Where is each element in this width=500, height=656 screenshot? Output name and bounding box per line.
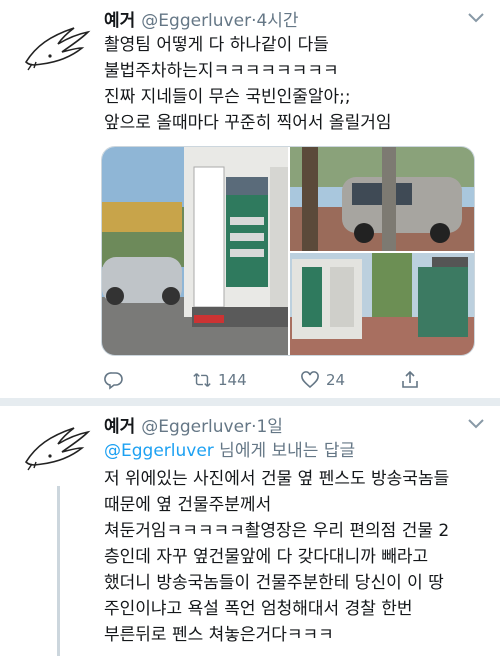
reply-button[interactable] xyxy=(104,370,130,390)
chevron-down-icon[interactable] xyxy=(466,416,486,430)
avatar-doodle-icon xyxy=(24,27,91,71)
avatar[interactable] xyxy=(22,418,94,474)
tweet-text: 촬영팀 어떻게 다 하나같이 다들 불법주차하는지ㅋㅋㅋㅋㅋㅋㅋㅋ 진짜 지네들… xyxy=(104,32,392,136)
like-count: 24 xyxy=(326,371,346,389)
user-handle[interactable]: @Eggerluver xyxy=(141,11,251,31)
avatar[interactable] xyxy=(22,18,94,74)
display-name[interactable]: 예거 xyxy=(104,417,135,437)
tweet-text: 저 위에있는 사진에서 건물 옆 펜스도 방송국놈들 때문에 옆 건물주분께서 … xyxy=(104,466,449,648)
tweet-line: 했더니 방송국놈들이 건물주분한테 당신이 이 땅 xyxy=(104,573,444,593)
reply-mention-link[interactable]: @Eggerluver xyxy=(104,441,214,461)
retweet-count: 144 xyxy=(218,371,247,389)
photo-sidewalk-fence[interactable] xyxy=(290,253,475,356)
tweet-line: 쳐둔거임ㅋㅋㅋㅋㅋ촬영장은 우리 편의점 건물 2 xyxy=(104,521,450,541)
share-icon xyxy=(402,370,418,388)
like-button[interactable]: 24 xyxy=(300,370,345,390)
user-handle[interactable]: @Eggerluver xyxy=(141,417,251,437)
thread-line xyxy=(57,486,60,656)
tweet-line: 저 위에있는 사진에서 건물 옆 펜스도 방송국놈들 xyxy=(104,469,450,489)
display-name[interactable]: 예거 xyxy=(104,11,135,31)
tweet[interactable]: 예거 @Eggerluver·4시간 촬영팀 어떻게 다 하나같이 다들 불법주차… xyxy=(0,0,500,400)
avatar-doodle-icon xyxy=(24,427,91,471)
tweet-line: 주인이냐고 욕설 폭언 엄청해대서 경찰 한번 xyxy=(104,599,413,619)
tweet-line: 부른뒤로 펜스 쳐놓은거다ㅋㅋㅋ xyxy=(104,625,334,645)
tweet-line: 앞으로 올때마다 꾸준히 찍어서 올릴거임 xyxy=(104,113,392,133)
replying-to: @Eggerluver 님에게 보내는 답글 xyxy=(104,436,355,461)
photo-parked-van[interactable] xyxy=(290,147,475,251)
timestamp[interactable]: ·1일 xyxy=(251,417,283,437)
share-button[interactable] xyxy=(400,370,420,390)
photo-truck-rear[interactable] xyxy=(102,147,288,356)
tweet-actions: 144 24 xyxy=(104,370,424,392)
tweet-line: 때문에 옆 건물주분께서 xyxy=(104,495,272,515)
tweet-header: 예거 @Eggerluver·1일 xyxy=(104,412,283,437)
retweet-icon xyxy=(193,373,211,387)
tweet-line: 불법주차하는지ㅋㅋㅋㅋㅋㅋㅋㅋ xyxy=(104,61,339,81)
media-grid[interactable] xyxy=(101,146,475,356)
reply-icon xyxy=(104,372,123,390)
tweet-line: 촬영팀 어떻게 다 하나같이 다들 xyxy=(104,35,329,55)
tweet-reply[interactable]: 예거 @Eggerluver·1일 @Eggerluver 님에게 보내는 답글 … xyxy=(0,400,500,656)
like-icon xyxy=(301,371,319,389)
tweet-line: 진짜 지네들이 무슨 국빈인줄알아;; xyxy=(104,87,351,107)
tweet-header: 예거 @Eggerluver·4시간 xyxy=(104,6,299,31)
retweet-button[interactable]: 144 xyxy=(192,370,247,390)
reply-to-label: 님에게 보내는 답글 xyxy=(213,441,356,461)
tweet-line: 층인데 자꾸 옆건물앞에 다 갖다대니까 빼라고 xyxy=(104,547,429,567)
timestamp[interactable]: ·4시간 xyxy=(251,11,299,31)
chevron-down-icon[interactable] xyxy=(466,10,486,24)
